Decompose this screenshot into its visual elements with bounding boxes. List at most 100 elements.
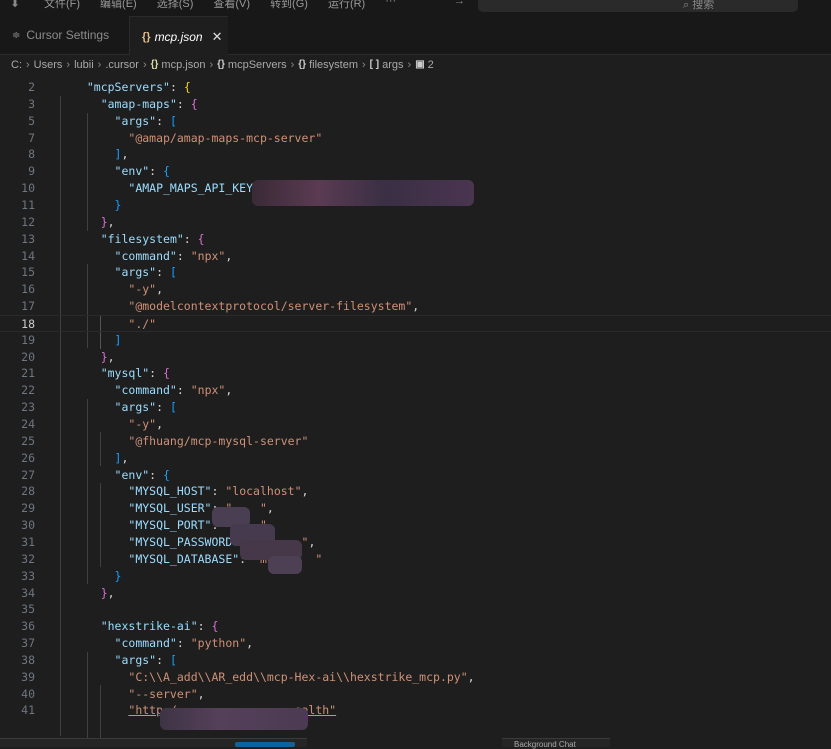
array-brackets-icon: [ ]	[369, 59, 380, 70]
line-code: ],	[114, 147, 129, 162]
bottom-widgets: Background Chat	[0, 738, 831, 749]
code-line[interactable]: 15 "args": [	[0, 264, 831, 281]
breadcrumb-args[interactable]: args	[382, 59, 403, 71]
line-number: 23	[21, 400, 35, 415]
code-line[interactable]: 28 "MYSQL_HOST": "localhost",	[0, 483, 831, 500]
line-code: "env": {	[114, 467, 170, 482]
line-number: 31	[21, 534, 35, 549]
background-chat-label: Background Chat	[514, 740, 576, 749]
line-number: 20	[21, 349, 35, 364]
line-code: "mysql": {	[100, 366, 170, 381]
code-line[interactable]: 16 "-y",	[0, 281, 831, 298]
code-line[interactable]: 34 },	[0, 585, 831, 602]
line-code: "mcpServers": {	[86, 80, 191, 94]
chevron-right-icon: ›	[361, 58, 366, 71]
line-number: 5	[28, 113, 35, 128]
line-code: "hexstrike-ai": {	[100, 619, 219, 634]
breadcrumb-cursor[interactable]: .cursor	[105, 59, 139, 71]
line-number: 27	[21, 467, 35, 482]
close-icon[interactable]: ✕	[212, 29, 223, 45]
line-number: 10	[21, 181, 35, 196]
code-line[interactable]: 13 "filesystem": {	[0, 231, 831, 248]
menu-view[interactable]: 查看(V)	[213, 0, 250, 11]
code-line[interactable]: 5 "args": [	[0, 113, 831, 130]
code-line[interactable]: 30 "MYSQL_PORT": "3 ",	[0, 517, 831, 534]
code-line[interactable]: 31 "MYSQL_PASSWORD": "1 ",	[0, 534, 831, 551]
code-line[interactable]: 21 "mysql": {	[0, 365, 831, 382]
line-code: }	[114, 568, 122, 583]
primary-button[interactable]	[235, 742, 295, 747]
code-line[interactable]: 23 "args": [	[0, 399, 831, 416]
line-number: 12	[21, 214, 35, 229]
line-code: "MYSQL_HOST": "localhost",	[128, 484, 309, 499]
code-line[interactable]: 3 "amap-maps": {	[0, 96, 831, 113]
code-line[interactable]: 26 ],	[0, 450, 831, 467]
breadcrumb-mcpservers[interactable]: mcpServers	[228, 59, 287, 71]
redacted-url	[160, 708, 308, 730]
line-code: "--server",	[128, 686, 205, 701]
line-code: "args": [	[114, 652, 177, 667]
breadcrumb-user[interactable]: lubii	[74, 59, 94, 71]
line-number: 17	[21, 299, 35, 314]
breadcrumb-file[interactable]: mcp.json	[161, 59, 205, 71]
code-line[interactable]: 33 }	[0, 568, 831, 585]
code-line[interactable]: 27 "env": {	[0, 467, 831, 484]
line-number: 7	[28, 130, 35, 145]
line-code: "C:\\A_add\\AR_edd\\mcp-Hex-ai\\hexstrik…	[128, 669, 475, 684]
menu-edit[interactable]: 编辑(E)	[100, 0, 137, 11]
line-code: "command": "npx",	[114, 248, 233, 263]
code-line[interactable]: 29 "MYSQL_USER": " ",	[0, 500, 831, 517]
code-line[interactable]: 39 "C:\\A_add\\AR_edd\\mcp-Hex-ai\\hexst…	[0, 669, 831, 686]
menu-go[interactable]: 转到(G)	[270, 0, 308, 11]
code-line[interactable]: 32 "MYSQL_DATABASE": "mcp- "	[0, 551, 831, 568]
code-line[interactable]: 12 },	[0, 214, 831, 231]
code-line[interactable]: 18 "./"	[0, 314, 831, 332]
menu-file[interactable]: 文件(F)	[44, 0, 80, 11]
code-line[interactable]: 37 "command": "python",	[0, 635, 831, 652]
settings-gear-icon: ≑	[12, 29, 21, 41]
line-number: 26	[21, 450, 35, 465]
code-line[interactable]: 41 "http:/ ealth"	[0, 702, 831, 719]
code-line[interactable]: 2 "mcpServers": {	[0, 79, 831, 96]
menu-selection[interactable]: 选择(S)	[157, 0, 194, 11]
menu-more[interactable]: ···	[385, 0, 396, 11]
forward-arrow-icon[interactable]: →	[454, 0, 465, 7]
tab-mcp-json[interactable]: {} mcp.json ✕	[130, 16, 228, 56]
code-line[interactable]: 8 ],	[0, 146, 831, 163]
breadcrumb-drive[interactable]: C:	[11, 59, 22, 71]
code-line[interactable]: 35	[0, 601, 831, 618]
command-center-search[interactable]: ⌕ 搜索	[478, 0, 798, 12]
breadcrumb-users[interactable]: Users	[34, 59, 63, 71]
line-code: "command": "npx",	[114, 383, 233, 398]
line-code: "args": [	[114, 113, 177, 128]
code-line[interactable]: 24 "-y",	[0, 416, 831, 433]
code-line[interactable]: 9 "env": {	[0, 163, 831, 180]
line-number: 28	[21, 484, 35, 499]
line-code: "-y",	[128, 282, 164, 297]
search-label: 搜索	[692, 0, 715, 11]
json-braces-icon: {}	[150, 59, 159, 70]
line-code: },	[100, 585, 115, 600]
code-line[interactable]: 14 "command": "npx",	[0, 248, 831, 265]
code-line[interactable]: 19 ]	[0, 332, 831, 349]
code-line[interactable]: 40 "--server",	[0, 686, 831, 703]
line-number: 13	[21, 231, 35, 246]
code-line[interactable]: 7 "@amap/amap-maps-mcp-server"	[0, 130, 831, 147]
menu-run[interactable]: 运行(R)	[328, 0, 365, 11]
code-line[interactable]: 22 "command": "npx",	[0, 382, 831, 399]
code-line[interactable]: 17 "@modelcontextprotocol/server-filesys…	[0, 298, 831, 315]
breadcrumb-filesystem[interactable]: filesystem	[309, 59, 358, 71]
line-number: 22	[21, 383, 35, 398]
code-line[interactable]: 20 },	[0, 349, 831, 366]
app-logo-icon: ⬇	[10, 0, 21, 10]
breadcrumb-index[interactable]: 2	[428, 59, 434, 71]
menu-items: 文件(F) 编辑(E) 选择(S) 查看(V) 转到(G) 运行(R) ···	[44, 0, 396, 11]
code-line[interactable]: 25 "@fhuang/mcp-mysql-server"	[0, 433, 831, 450]
chevron-right-icon: ›	[66, 58, 71, 71]
line-code: "@modelcontextprotocol/server-filesystem…	[128, 299, 420, 314]
line-number: 35	[21, 602, 35, 617]
code-line[interactable]: 38 "args": [	[0, 652, 831, 669]
line-number: 37	[21, 636, 35, 651]
tab-cursor-settings[interactable]: ≑ Cursor Settings	[0, 16, 130, 54]
code-line[interactable]: 36 "hexstrike-ai": {	[0, 618, 831, 635]
